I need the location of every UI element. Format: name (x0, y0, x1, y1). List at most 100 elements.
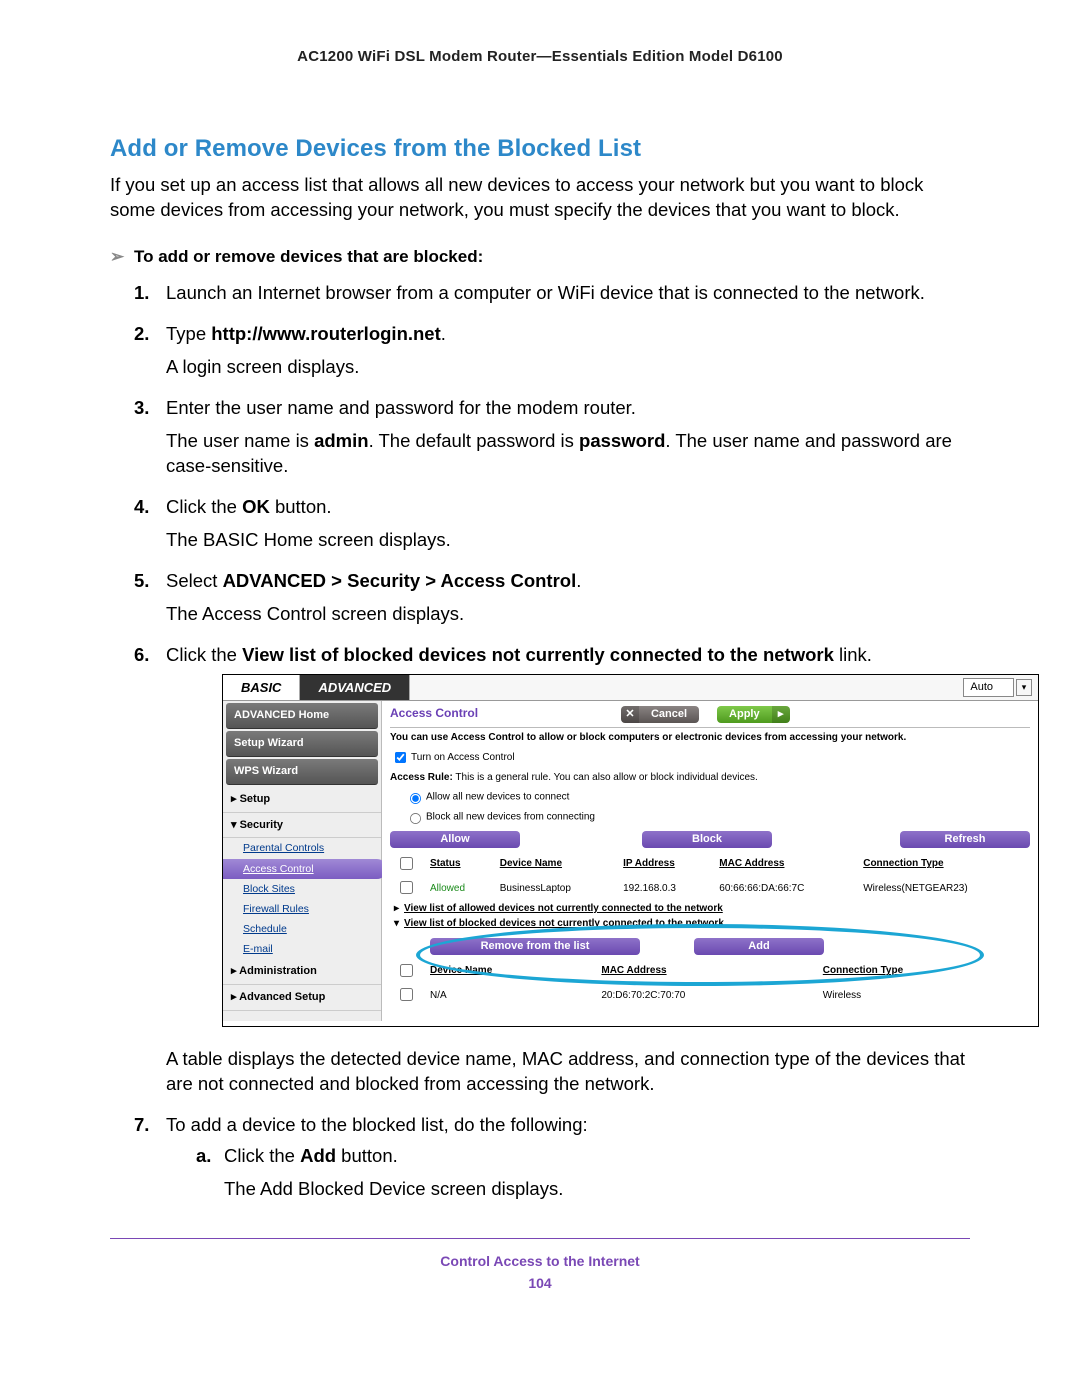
col-mac-address[interactable]: MAC Address (713, 852, 857, 877)
col-status[interactable]: Status (424, 852, 494, 877)
sidebar-advanced-home[interactable]: ADVANCED Home (226, 703, 378, 729)
apply-label: Apply (717, 706, 772, 723)
document-model-header: AC1200 WiFi DSL Modem Router—Essentials … (110, 48, 970, 65)
sidebar-parental-controls[interactable]: Parental Controls (223, 838, 381, 858)
step-5-result: The Access Control screen displays. (166, 602, 970, 627)
allow-button[interactable]: Allow (390, 831, 520, 848)
turn-on-label: Turn on Access Control (411, 753, 515, 764)
table-header-row: Status Device Name IP Address MAC Addres… (390, 852, 1030, 877)
row-checkbox[interactable] (400, 881, 413, 894)
language-value: Auto (963, 678, 1014, 697)
chevron-down-icon: ▾ (1016, 679, 1032, 696)
step-7: 7. To add a device to the blocked list, … (134, 1113, 970, 1202)
language-select[interactable]: Auto ▾ (957, 675, 1038, 701)
tab-bar: BASIC ADVANCED Auto ▾ (223, 675, 1038, 702)
step-4-text: Click the OK button. (166, 496, 332, 517)
step-3-text: Enter the user name and password for the… (166, 397, 636, 418)
refresh-button[interactable]: Refresh (900, 831, 1030, 848)
select-all-checkbox-2[interactable] (400, 964, 413, 977)
block-button[interactable]: Block (642, 831, 772, 848)
step-2-result: A login screen displays. (166, 355, 970, 380)
sidebar-setup[interactable]: ▸ Setup (223, 787, 381, 813)
step-7-text: To add a device to the blocked list, do … (166, 1114, 588, 1135)
step-1: 1. Launch an Internet browser from a com… (134, 281, 970, 306)
link-blocked-devices[interactable]: ▾View list of blocked devices not curren… (390, 916, 1030, 932)
cell-connection: Wireless(NETGEAR23) (857, 876, 1030, 901)
turn-on-checkbox-row: Turn on Access Control (390, 746, 1030, 769)
radio-block-label: Block all new devices from connecting (426, 812, 595, 823)
col-ip-address[interactable]: IP Address (617, 852, 713, 877)
row-checkbox-2[interactable] (400, 988, 413, 1001)
sidebar-block-sites[interactable]: Block Sites (223, 879, 381, 899)
panel-access-control: Access Control ✕ Cancel Apply ▸ (382, 701, 1038, 1026)
cell2-connection: Wireless (817, 983, 1030, 1008)
table-row: Allowed BusinessLaptop 192.168.0.3 60:66… (390, 876, 1030, 901)
radio-allow-all[interactable] (410, 793, 421, 804)
tab-advanced[interactable]: ADVANCED (300, 675, 410, 701)
sidebar-schedule[interactable]: Schedule (223, 919, 381, 939)
apply-button[interactable]: Apply ▸ (717, 706, 790, 723)
sidebar: ADVANCED Home Setup Wizard WPS Wizard ▸ … (223, 701, 382, 1021)
arrow-icon: ➢ (110, 247, 134, 267)
step-3-result: The user name is admin. The default pass… (166, 429, 970, 479)
cell-device-name: BusinessLaptop (494, 876, 617, 901)
cancel-label: Cancel (639, 706, 699, 723)
cell-mac: 60:66:66:DA:66:7C (713, 876, 857, 901)
step-6-result: A table displays the detected device nam… (166, 1047, 970, 1097)
cancel-button[interactable]: ✕ Cancel (621, 706, 699, 723)
cell-status: Allowed (424, 876, 494, 901)
add-button[interactable]: Add (694, 938, 824, 955)
section-title: Add or Remove Devices from the Blocked L… (110, 135, 970, 163)
sidebar-firewall-rules[interactable]: Firewall Rules (223, 899, 381, 919)
footer-divider (110, 1238, 970, 1239)
step-7a: a. Click the Add button. The Add Blocked… (196, 1144, 970, 1202)
cell2-mac: 20:D6:70:2C:70:70 (595, 983, 816, 1008)
step-2: 2. Type http://www.routerlogin.net. A lo… (134, 322, 970, 380)
select-all-checkbox[interactable] (400, 857, 413, 870)
col2-device-name[interactable]: Device Name (424, 959, 595, 984)
col2-mac-address[interactable]: MAC Address (595, 959, 816, 984)
link-allowed-devices[interactable]: ▸View list of allowed devices not curren… (390, 901, 1030, 917)
table-header-row: Device Name MAC Address Connection Type (390, 959, 1030, 984)
footer-chapter: Control Access to the Internet (110, 1253, 970, 1269)
close-icon: ✕ (621, 706, 639, 723)
cell-ip: 192.168.0.3 (617, 876, 713, 901)
sidebar-advanced-setup[interactable]: ▸ Advanced Setup (223, 985, 381, 1011)
step-7a-result: The Add Blocked Device screen displays. (224, 1177, 970, 1202)
sidebar-administration[interactable]: ▸ Administration (223, 959, 381, 985)
radio-allow-label: Allow all new devices to connect (426, 792, 569, 803)
tab-basic[interactable]: BASIC (223, 675, 300, 701)
step-6: 6. Click the View list of blocked device… (134, 643, 970, 1097)
blocked-devices-table: Device Name MAC Address Connection Type … (390, 959, 1030, 1008)
remove-button[interactable]: Remove from the list (430, 938, 640, 955)
footer-page-number: 104 (110, 1275, 970, 1291)
procedure-heading: ➢To add or remove devices that are block… (110, 247, 970, 267)
step-4: 4. Click the OK button. The BASIC Home s… (134, 495, 970, 553)
col2-connection-type[interactable]: Connection Type (817, 959, 1030, 984)
step-5: 5. Select ADVANCED > Security > Access C… (134, 569, 970, 627)
sidebar-setup-wizard[interactable]: Setup Wizard (226, 731, 378, 757)
access-rule-text: Access Rule: This is a general rule. You… (390, 769, 1030, 787)
step-4-result: The BASIC Home screen displays. (166, 528, 970, 553)
step-7a-text: Click the Add button. (224, 1145, 398, 1166)
step-5-text: Select ADVANCED > Security > Access Cont… (166, 570, 581, 591)
chevron-right-icon: ▸ (772, 706, 790, 723)
screenshot-access-control: BASIC ADVANCED Auto ▾ ADVANCED Home Setu… (222, 674, 1039, 1027)
connected-devices-table: Status Device Name IP Address MAC Addres… (390, 852, 1030, 901)
cell2-device-name: N/A (424, 983, 595, 1008)
sidebar-access-control[interactable]: Access Control (223, 859, 387, 879)
sidebar-wps-wizard[interactable]: WPS Wizard (226, 759, 378, 785)
step-1-text: Launch an Internet browser from a comput… (166, 282, 925, 303)
table-row: N/A 20:D6:70:2C:70:70 Wireless (390, 983, 1030, 1008)
step-2-text: Type http://www.routerlogin.net. (166, 323, 446, 344)
step-3: 3. Enter the user name and password for … (134, 396, 970, 479)
radio-block-all[interactable] (410, 813, 421, 824)
turn-on-checkbox[interactable] (395, 752, 406, 763)
sidebar-email[interactable]: E-mail (223, 939, 381, 959)
col-device-name[interactable]: Device Name (494, 852, 617, 877)
radio-allow-row: Allow all new devices to connect (390, 787, 1030, 807)
col-connection-type[interactable]: Connection Type (857, 852, 1030, 877)
sidebar-security[interactable]: ▾ Security (223, 813, 381, 839)
radio-block-row: Block all new devices from connecting (390, 807, 1030, 827)
panel-title: Access Control (390, 705, 478, 721)
